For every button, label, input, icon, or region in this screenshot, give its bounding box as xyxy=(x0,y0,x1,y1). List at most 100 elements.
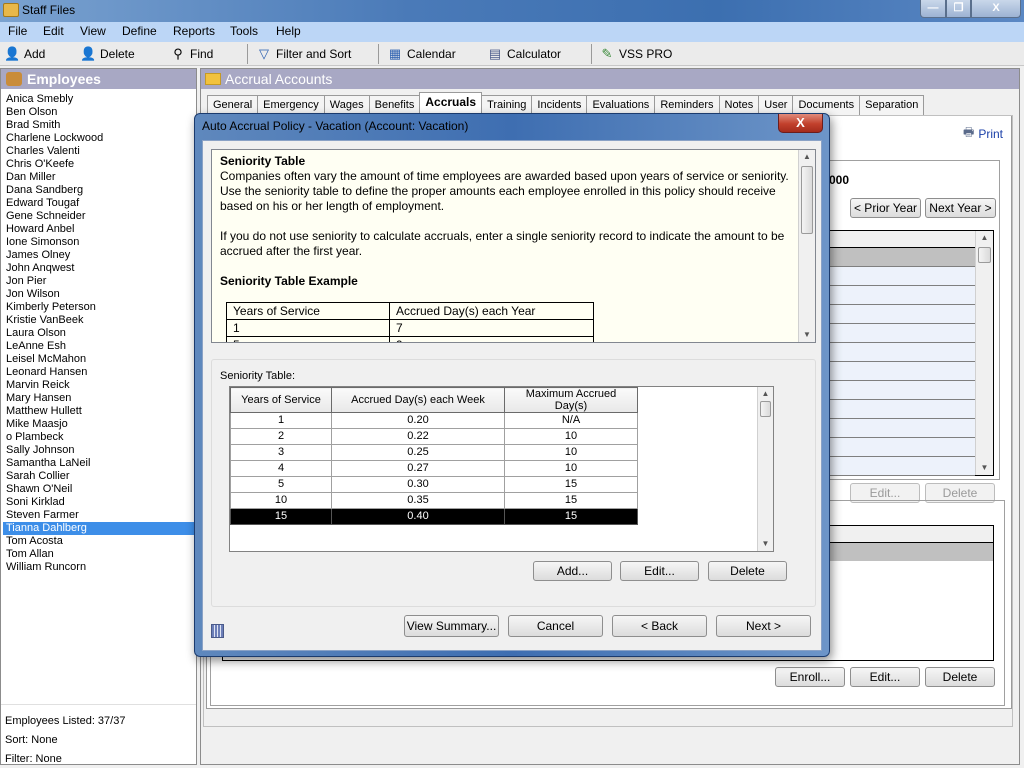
scroll-down-icon[interactable]: ▼ xyxy=(799,328,815,342)
employee-list-item[interactable]: Dan Miller xyxy=(3,171,195,184)
employee-list-item[interactable]: Charlene Lockwood xyxy=(3,132,195,145)
scroll-thumb[interactable] xyxy=(801,166,813,234)
employee-list-item[interactable]: Kristie VanBeek xyxy=(3,314,195,327)
close-button[interactable]: X xyxy=(971,0,1021,18)
tab-accruals[interactable]: Accruals xyxy=(419,92,483,115)
calendar-icon: ▦ xyxy=(388,46,402,61)
employee-list-item[interactable]: Tom Acosta xyxy=(3,535,195,548)
column-years-of-service[interactable]: Years of Service xyxy=(230,387,332,413)
employee-list-item[interactable]: Jon Pier xyxy=(3,275,195,288)
employee-list-item[interactable]: Edward Tougaf xyxy=(3,197,195,210)
employee-list[interactable]: Anica Smebly Ben Olson Brad Smith Charlene … xyxy=(3,93,195,574)
enroll-button[interactable]: Enroll... xyxy=(775,667,845,687)
enroll-delete-button[interactable]: Delete xyxy=(925,667,995,687)
edit-row-button[interactable]: Edit... xyxy=(620,561,699,581)
employees-header: Employees xyxy=(1,69,196,89)
employee-list-item[interactable]: Howard Anbel xyxy=(3,223,195,236)
menu-edit[interactable]: Edit xyxy=(43,24,64,38)
tab-general[interactable]: General xyxy=(207,95,259,115)
seniority-row[interactable]: 10 0.35 15 xyxy=(230,492,638,509)
tab-reminders[interactable]: Reminders xyxy=(654,95,720,115)
dialog-close-button[interactable]: X xyxy=(778,114,823,133)
next-button[interactable]: Next > xyxy=(716,615,811,637)
employee-list-item[interactable]: Charles Valenti xyxy=(3,145,195,158)
employee-list-item[interactable]: Brad Smith xyxy=(3,119,195,132)
employee-list-item[interactable]: Dana Sandberg xyxy=(3,184,195,197)
employee-list-item[interactable]: o Plambeck xyxy=(3,431,195,444)
vss-pro-button[interactable]: ✎ VSS PRO xyxy=(599,45,673,63)
employee-list-item[interactable]: Steven Farmer xyxy=(3,509,195,522)
view-summary-button[interactable]: View Summary... xyxy=(404,615,499,637)
employee-list-item[interactable]: Sarah Collier xyxy=(3,470,195,483)
tab-notes[interactable]: Notes xyxy=(718,95,760,115)
employee-list-item[interactable]: Matthew Hullett xyxy=(3,405,195,418)
employee-list-item[interactable]: Ben Olson xyxy=(3,106,195,119)
employee-list-item[interactable]: Sally Johnson xyxy=(3,444,195,457)
employee-list-item[interactable]: Samantha LaNeil xyxy=(3,457,195,470)
tab-documents[interactable]: Documents xyxy=(792,95,861,115)
tab-incidents[interactable]: Incidents xyxy=(531,95,588,115)
employee-list-item[interactable]: Mary Hansen xyxy=(3,392,195,405)
employee-list-item[interactable]: William Runcorn xyxy=(3,561,195,574)
employee-list-item[interactable]: Laura Olson xyxy=(3,327,195,340)
employee-list-item[interactable]: Chris O'Keefe xyxy=(3,158,195,171)
seniority-row[interactable]: 1 0.20 N/A xyxy=(230,412,638,429)
employee-list-item[interactable]: James Olney xyxy=(3,249,195,262)
scroll-up-icon[interactable]: ▲ xyxy=(799,150,815,164)
delete-row-button[interactable]: Delete xyxy=(708,561,787,581)
menu-help[interactable]: Help xyxy=(276,24,301,38)
column-accrued-days-week[interactable]: Accrued Day(s) each Week xyxy=(331,387,505,413)
seniority-row[interactable]: 5 0.30 15 xyxy=(230,476,638,493)
menu-view[interactable]: View xyxy=(80,24,106,38)
filter-sort-button[interactable]: ▽ Filter and Sort xyxy=(256,45,351,63)
minimize-button[interactable]: — xyxy=(920,0,946,18)
tab-emergency[interactable]: Emergency xyxy=(257,95,325,115)
menu-tools[interactable]: Tools xyxy=(230,24,258,38)
find-button[interactable]: ⚲ Find xyxy=(170,45,213,63)
tab-training[interactable]: Training xyxy=(481,95,533,115)
employee-list-item[interactable]: Tianna Dahlberg xyxy=(3,522,195,535)
seniority-row[interactable]: 2 0.22 10 xyxy=(230,428,638,445)
employee-list-item[interactable]: Anica Smebly xyxy=(3,93,195,106)
tab-separation[interactable]: Separation xyxy=(859,95,925,115)
column-max-accrued-days[interactable]: Maximum Accrued Day(s) xyxy=(504,387,638,413)
tab-evaluations[interactable]: Evaluations xyxy=(586,95,656,115)
seniority-scrollbar[interactable]: ▲ ▼ xyxy=(757,387,773,551)
employee-list-item[interactable]: LeAnne Esh xyxy=(3,340,195,353)
employee-list-item[interactable]: Kimberly Peterson xyxy=(3,301,195,314)
scroll-down-icon[interactable]: ▼ xyxy=(758,537,773,551)
seniority-row[interactable]: 15 0.40 15 xyxy=(230,508,638,525)
employee-list-item[interactable]: Mike Maasjo xyxy=(3,418,195,431)
add-row-button[interactable]: Add... xyxy=(533,561,612,581)
employee-list-item[interactable]: Leisel McMahon xyxy=(3,353,195,366)
calculator-button[interactable]: ▤ Calculator xyxy=(487,45,561,63)
calendar-button[interactable]: ▦ Calendar xyxy=(387,45,456,63)
menu-file[interactable]: File xyxy=(8,24,27,38)
seniority-row[interactable]: 4 0.27 10 xyxy=(230,460,638,477)
cancel-button[interactable]: Cancel xyxy=(508,615,603,637)
employee-list-item[interactable]: John Anqwest xyxy=(3,262,195,275)
employee-list-item[interactable]: Jon Wilson xyxy=(3,288,195,301)
tab-user[interactable]: User xyxy=(758,95,794,115)
scroll-up-icon[interactable]: ▲ xyxy=(758,387,773,401)
enroll-edit-button[interactable]: Edit... xyxy=(850,667,920,687)
employee-list-item[interactable]: Soni Kirklad xyxy=(3,496,195,509)
tab-wages[interactable]: Wages xyxy=(323,95,370,115)
back-button[interactable]: < Back xyxy=(612,615,707,637)
menu-define[interactable]: Define xyxy=(122,24,157,38)
employee-list-item[interactable]: Shawn O'Neil xyxy=(3,483,195,496)
delete-button[interactable]: 👤 Delete xyxy=(80,45,135,63)
restore-button[interactable]: ❐ xyxy=(946,0,971,18)
seniority-row[interactable]: 3 0.25 10 xyxy=(230,444,638,461)
employee-list-item[interactable]: Leonard Hansen xyxy=(3,366,195,379)
employee-list-item[interactable]: Tom Allan xyxy=(3,548,195,561)
menu-reports[interactable]: Reports xyxy=(173,24,215,38)
scroll-thumb[interactable] xyxy=(760,401,771,417)
employee-list-item[interactable]: Gene Schneider xyxy=(3,210,195,223)
calculator-icon[interactable] xyxy=(211,624,224,638)
add-button[interactable]: 👤 Add xyxy=(4,45,45,63)
help-scrollbar[interactable]: ▲ ▼ xyxy=(798,150,815,342)
tab-benefits[interactable]: Benefits xyxy=(368,95,421,115)
employee-list-item[interactable]: Ione Simonson xyxy=(3,236,195,249)
employee-list-item[interactable]: Marvin Reick xyxy=(3,379,195,392)
